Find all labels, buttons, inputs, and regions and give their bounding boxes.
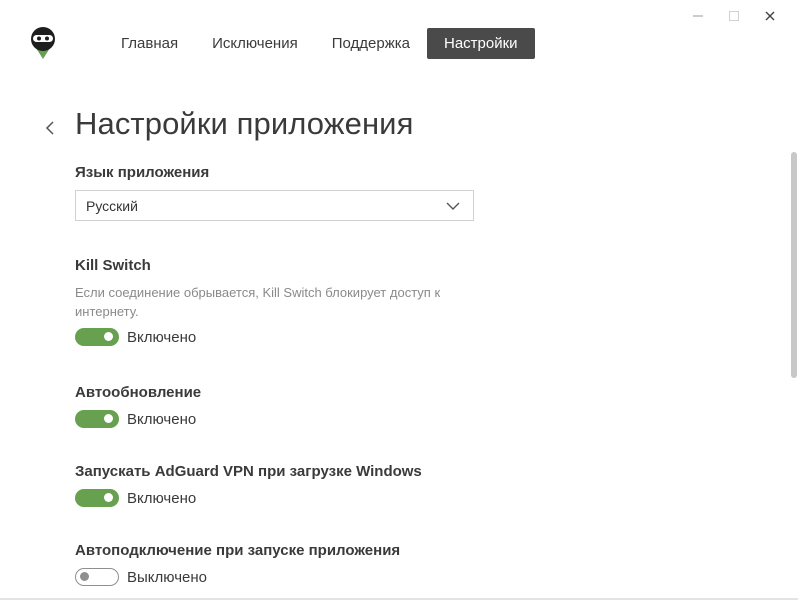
back-button[interactable] [42,118,60,138]
main-nav: Главная Исключения Поддержка Настройки [104,28,535,59]
close-icon [765,11,775,21]
tab-support[interactable]: Поддержка [315,28,427,59]
launch-on-startup-setting: Запускать AdGuard VPN при загрузке Windo… [75,463,495,507]
auto-connect-state-label: Выключено [127,568,207,586]
launch-on-startup-toggle-row: Включено [75,489,495,507]
chevron-left-icon [45,121,54,135]
auto-connect-toggle[interactable] [75,568,119,586]
language-select-value: Русский [86,197,138,214]
kill-switch-toggle[interactable] [75,328,119,346]
language-select[interactable]: Русский [75,190,474,221]
kill-switch-setting: Kill Switch Если соединение обрывается, … [75,257,475,346]
maximize-button[interactable] [716,6,752,26]
toggle-knob [104,414,113,423]
tab-exclusions[interactable]: Исключения [195,28,315,59]
scrollbar-thumb[interactable] [791,152,797,378]
kill-switch-state-label: Включено [127,328,197,346]
language-label: Язык приложения [75,164,210,181]
toggle-knob [104,332,113,341]
auto-update-toggle[interactable] [75,410,119,428]
kill-switch-label: Kill Switch [75,257,151,274]
launch-on-startup-label: Запускать AdGuard VPN при загрузке Windo… [75,463,422,480]
auto-connect-toggle-row: Выключено [75,568,495,586]
auto-connect-label: Автоподключение при запуске приложения [75,542,401,559]
auto-update-state-label: Включено [127,410,197,428]
auto-update-setting: Автообновление Включено [75,384,201,428]
chevron-down-icon [446,202,460,210]
window-controls [680,6,788,26]
launch-on-startup-state-label: Включено [127,489,197,507]
scrollbar[interactable] [790,152,798,378]
kill-switch-toggle-row: Включено [75,328,475,346]
toggle-knob [104,493,113,502]
minimize-icon [693,15,703,17]
app-window: Главная Исключения Поддержка Настройки Н… [0,0,798,600]
auto-connect-setting: Автоподключение при запуске приложения В… [75,542,495,586]
maximize-icon [729,11,739,21]
close-button[interactable] [752,6,788,26]
minimize-button[interactable] [680,6,716,26]
toggle-knob [80,571,89,581]
page-title: Настройки приложения [75,106,414,141]
language-setting: Язык приложения Русский [75,164,474,221]
auto-update-toggle-row: Включено [75,410,201,428]
tab-settings[interactable]: Настройки [427,28,535,59]
auto-update-label: Автообновление [75,384,202,401]
tab-home[interactable]: Главная [104,28,195,59]
kill-switch-description: Если соединение обрывается, Kill Switch … [75,285,441,319]
launch-on-startup-toggle[interactable] [75,489,119,507]
adguard-ninja-logo-icon [28,26,58,60]
